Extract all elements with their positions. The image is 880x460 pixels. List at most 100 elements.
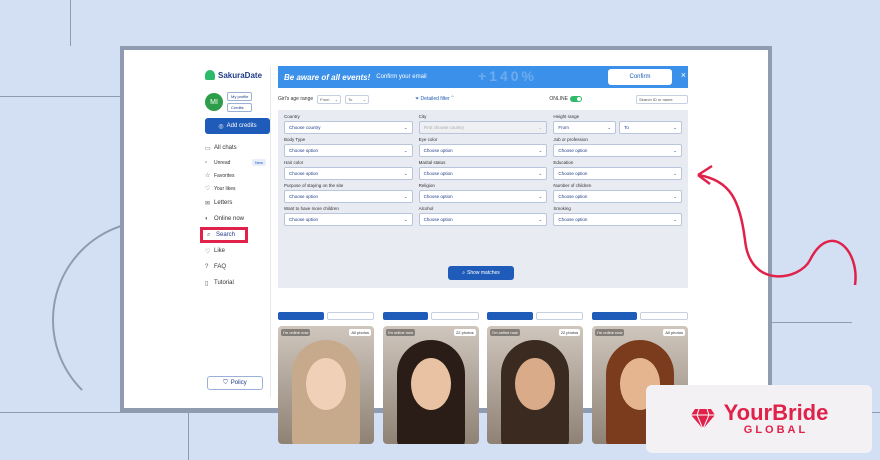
detailed-filter-toggle[interactable]: ⏷ Detailed filter ⌃ xyxy=(415,96,454,102)
filter-field: City First choose country ⌄ xyxy=(418,114,548,134)
chevron-down-icon: ⌄ xyxy=(334,96,339,102)
profile-card[interactable]: I'm online now 22 photos xyxy=(487,326,584,444)
sidebar: SakuraDate MI My profile Credits ◎ Add c… xyxy=(200,66,271,398)
search-filters: Girl's age range From ⌄ To ⌄ ⏷ Detailed fi… xyxy=(278,92,688,314)
toggle-icon: ◐ xyxy=(205,216,209,222)
photos-count[interactable]: 22 photos xyxy=(454,329,476,336)
new-badge: New xyxy=(251,159,266,166)
filter-label: Education xyxy=(553,160,574,165)
sidebar-item-search[interactable]: ⌕ Search xyxy=(200,227,248,243)
coin-icon: ◎ xyxy=(218,123,224,130)
chevron-down-icon: ⌄ xyxy=(673,147,677,153)
credits-button[interactable]: Credits xyxy=(227,103,253,112)
filter-label: Hair color xyxy=(284,160,304,165)
confirm-button[interactable]: Confirm xyxy=(608,69,672,85)
photos-count[interactable]: All photos xyxy=(663,329,685,336)
filter-select[interactable]: Choose option ⌄ xyxy=(553,213,682,226)
filter-select[interactable]: Choose option ⌄ xyxy=(418,190,548,203)
filter-select[interactable]: Choose option ⌄ xyxy=(418,213,548,226)
chevron-down-icon: ⌄ xyxy=(538,170,543,176)
profile-card[interactable]: I'm online now 22 photos xyxy=(382,326,479,444)
filter-select[interactable]: Choose option ⌄ xyxy=(418,167,548,180)
filter-select[interactable]: Choose option ⌄ xyxy=(284,213,413,226)
online-toggle[interactable] xyxy=(570,96,582,102)
filter-field: Eye color Choose option ⌄ xyxy=(418,137,548,157)
app-logo[interactable]: SakuraDate xyxy=(205,70,270,80)
sidebar-item-tutorial[interactable]: ▯ Tutorial xyxy=(205,275,270,291)
sidebar-item-favorites[interactable]: ☆ Favorites xyxy=(205,169,270,182)
banner-title: Be aware of all events! xyxy=(284,72,371,82)
chat-icon: ▭ xyxy=(205,145,211,152)
chevron-down-icon: ⌄ xyxy=(403,193,408,199)
filter-label: Job or profession xyxy=(553,137,588,142)
logo-text: SakuraDate xyxy=(218,70,263,80)
profile-photo xyxy=(410,358,451,410)
height-select[interactable]: To ⌄ xyxy=(619,121,683,134)
sidebar-item-unread[interactable]: ▫ Unread New xyxy=(205,156,270,169)
add-credits-button[interactable]: ◎ Add credits xyxy=(205,118,270,134)
photos-count[interactable]: 22 photos xyxy=(558,329,581,336)
background-line xyxy=(70,0,71,46)
my-profile-button[interactable]: My profile xyxy=(227,92,253,101)
sidebar-item-your-likes[interactable]: ♡ Your likes xyxy=(205,182,270,195)
filter-select: First choose country ⌄ xyxy=(418,121,548,134)
filter-label: Body Type xyxy=(284,137,306,142)
filter-label: Religion xyxy=(418,183,435,188)
mail-icon: ✉ xyxy=(205,200,211,207)
filter-field: Number of children Choose option ⌄ xyxy=(553,183,682,203)
filter-select[interactable]: Choose option ⌄ xyxy=(284,144,413,157)
online-filter[interactable]: ONLINE xyxy=(549,96,582,102)
sidebar-item-faq[interactable]: ? FAQ xyxy=(205,259,270,275)
chevron-down-icon: ⌄ xyxy=(538,124,543,130)
filter-select[interactable]: Choose option ⌄ xyxy=(553,144,682,157)
chevron-down-icon: ⌄ xyxy=(403,170,408,176)
background-line xyxy=(772,322,852,323)
profile-photo xyxy=(306,358,346,410)
banner-subtitle: Confirm your email xyxy=(376,74,427,80)
height-select[interactable]: From ⌄ xyxy=(553,121,617,134)
shield-icon: ⛉ xyxy=(223,379,228,386)
brand-name: YourBride xyxy=(723,400,829,425)
filter-select[interactable]: Choose option ⌄ xyxy=(284,167,413,180)
filter-select[interactable]: Choose option ⌄ xyxy=(284,190,413,203)
close-icon[interactable]: × xyxy=(681,70,686,80)
chevron-down-icon: ⌄ xyxy=(673,193,677,199)
age-from-select[interactable]: From ⌄ xyxy=(317,94,342,104)
age-to-select[interactable]: To ⌄ xyxy=(345,94,370,104)
profile-card[interactable]: I'm online now All photos xyxy=(278,326,374,444)
policy-button[interactable]: ⛉ Policy xyxy=(207,376,263,390)
filter-select[interactable]: Choose option ⌄ xyxy=(553,167,682,180)
filter-field: Purpose of staying on the site Choose opt… xyxy=(284,183,413,203)
filter-select[interactable]: Choose option ⌄ xyxy=(418,144,548,157)
filter-field: Education Choose option ⌄ xyxy=(553,160,682,180)
filter-label: Eye color xyxy=(418,137,438,142)
filter-label: Country xyxy=(284,114,300,119)
filter-field: Want to have more children Choose option ⌄ xyxy=(284,206,413,226)
chevron-down-icon: ⌄ xyxy=(538,193,543,199)
photos-count[interactable]: All photos xyxy=(349,329,371,336)
chevron-down-icon: ⌄ xyxy=(362,96,367,102)
filter-field: Alcohol Choose option ⌄ xyxy=(418,206,548,226)
age-range-label: Girl's age range xyxy=(278,96,314,102)
chevron-down-icon: ⌄ xyxy=(673,216,677,222)
brand-subtitle: GLOBAL xyxy=(743,424,809,436)
heart-icon: ♡ xyxy=(205,248,211,255)
filter-label: City xyxy=(418,114,427,119)
online-status: I'm online now xyxy=(594,329,625,336)
avatar[interactable]: MI xyxy=(205,93,223,111)
filter-field: Hair color Choose option ⌄ xyxy=(284,160,413,180)
filter-label: Alcohol xyxy=(418,206,434,211)
filter-label: Smoking xyxy=(553,206,571,211)
show-matches-button[interactable]: ⌕ Show matches xyxy=(448,266,514,280)
online-status: I'm online now xyxy=(490,329,520,336)
filter-field: Marital status Choose option ⌄ xyxy=(418,160,548,180)
sidebar-item-all-chats[interactable]: ▭ All chats xyxy=(205,140,270,156)
sidebar-item-online-now[interactable]: ◐ Online now xyxy=(205,211,270,227)
chevron-down-icon: ⌄ xyxy=(538,216,543,222)
filter-select[interactable]: Choose option ⌄ xyxy=(553,190,682,203)
filter-select[interactable]: Choose country ⌄ xyxy=(284,121,413,134)
id-search-input[interactable]: Search ID or name xyxy=(636,94,688,104)
sidebar-item-like[interactable]: ♡ Like xyxy=(205,243,270,259)
filter-label: Purpose of staying on the site xyxy=(284,183,344,188)
sidebar-item-letters[interactable]: ✉ Letters xyxy=(205,195,270,211)
